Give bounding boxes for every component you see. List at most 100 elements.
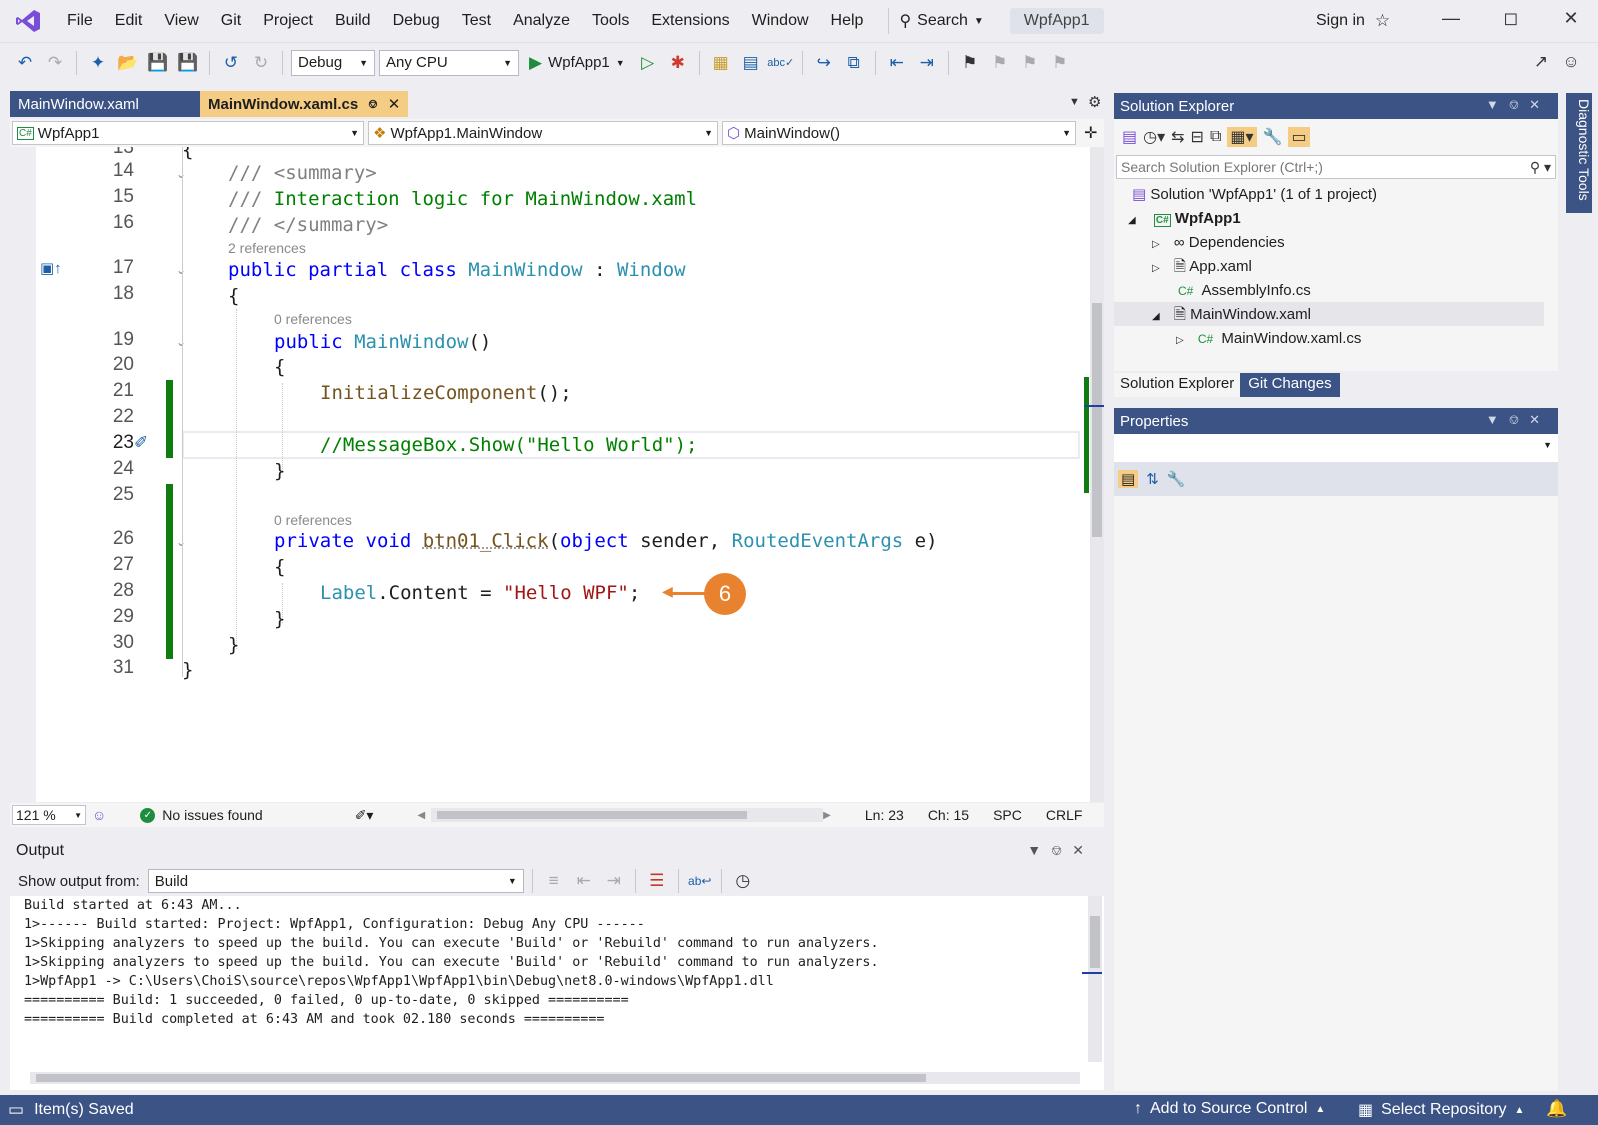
switch-views-icon[interactable]: ▤ xyxy=(1122,127,1137,147)
next-message-icon[interactable]: ⇥ xyxy=(601,868,627,894)
solution-explorer-scrollbar[interactable] xyxy=(1544,183,1558,363)
platform-select[interactable]: Any CPU ▼ xyxy=(379,49,519,76)
minimize-button[interactable]: — xyxy=(1436,8,1466,34)
sync-icon[interactable]: ⇆ xyxy=(1171,127,1184,147)
notification-card-icon[interactable]: ▭ xyxy=(8,1100,24,1120)
scrollbar-thumb[interactable] xyxy=(36,1074,926,1082)
scrollbar-thumb[interactable] xyxy=(1092,303,1102,537)
menu-tools[interactable]: Tools xyxy=(581,0,640,42)
menu-edit[interactable]: Edit xyxy=(104,0,154,42)
codelens-references[interactable]: 0 references xyxy=(274,311,352,327)
sign-in-link[interactable]: Sign in ☆ xyxy=(1316,11,1390,31)
add-to-source-control-button[interactable]: ↑ Add to Source Control ▲ xyxy=(1134,1100,1325,1118)
show-all-files-icon[interactable]: ⧉ xyxy=(1210,128,1221,146)
undo-icon[interactable]: ↺ xyxy=(218,50,244,76)
editor-horizontal-scrollbar[interactable] xyxy=(431,808,824,822)
prev-bookmark-icon[interactable]: ⚑ xyxy=(987,50,1013,76)
panel-controls[interactable]: ▼⎊✕ xyxy=(1486,412,1550,428)
hot-reload-icon[interactable]: ✱ xyxy=(665,50,691,76)
preview-icon[interactable]: ▭ xyxy=(1288,127,1310,147)
gear-icon[interactable]: ⚙ xyxy=(1088,93,1101,111)
menu-extensions[interactable]: Extensions xyxy=(640,0,740,42)
menu-git[interactable]: Git xyxy=(210,0,252,42)
tree-item-mainwindow-xaml[interactable]: ◢ 🗎 MainWindow.xaml xyxy=(1152,303,1311,327)
step-into-icon[interactable]: ↪ xyxy=(811,50,837,76)
properties-object-select[interactable]: ▼ xyxy=(1114,434,1558,462)
select-repository-button[interactable]: ▦ Select Repository ▲ xyxy=(1358,1100,1524,1120)
split-editor-icon[interactable]: ✛ xyxy=(1080,123,1097,143)
property-pages-icon[interactable]: 🔧 xyxy=(1167,470,1186,488)
copy-icon[interactable]: ⧉ xyxy=(841,50,867,76)
save-all-icon[interactable]: 💾 xyxy=(175,50,201,76)
output-panel-controls[interactable]: ▼⎊✕ xyxy=(1027,842,1094,859)
issues-status[interactable]: No issues found xyxy=(162,807,262,823)
member-dropdown[interactable]: ⬡ MainWindow() ▼ xyxy=(722,121,1076,145)
properties-wrench-icon[interactable]: 🔧 xyxy=(1263,127,1283,147)
close-icon[interactable]: ✕ xyxy=(388,95,401,113)
bookmark-icon[interactable]: ⚑ xyxy=(957,50,983,76)
menu-analyze[interactable]: Analyze xyxy=(502,0,581,42)
maximize-button[interactable]: ◻ xyxy=(1496,8,1526,34)
pin-icon[interactable]: ⎊ xyxy=(368,97,378,112)
quick-actions-brush-icon[interactable]: ✐ xyxy=(134,433,148,453)
start-without-debugging-icon[interactable]: ▷ xyxy=(635,50,661,76)
tab-mainwindow-xaml-cs[interactable]: MainWindow.xaml.cs ⎊ ✕ xyxy=(200,91,409,117)
alphabetical-icon[interactable]: ⇅ xyxy=(1146,470,1159,488)
menu-view[interactable]: View xyxy=(153,0,209,42)
codelens-references[interactable]: 2 references xyxy=(228,240,306,256)
tab-mainwindow-xaml[interactable]: MainWindow.xaml xyxy=(10,91,200,117)
live-share-icon[interactable]: ↗ xyxy=(1528,49,1554,75)
menu-debug[interactable]: Debug xyxy=(382,0,451,42)
editor-vertical-scrollbar[interactable] xyxy=(1090,147,1104,802)
clear-all-icon[interactable]: ☰ xyxy=(644,868,670,894)
implementation-glyph-icon[interactable]: ▣↑ xyxy=(40,259,62,277)
menu-project[interactable]: Project xyxy=(252,0,324,42)
menu-help[interactable]: Help xyxy=(820,0,875,42)
categorized-icon[interactable]: ▤ xyxy=(1118,470,1139,488)
next-bookmark-icon[interactable]: ⚑ xyxy=(1017,50,1043,76)
start-debugging-button[interactable]: ▶ WpfApp1 ▼ xyxy=(523,53,631,73)
column-indicator[interactable]: Ch: 15 xyxy=(928,807,969,823)
output-text-area[interactable]: Build started at 6:43 AM... 1>------ Bui… xyxy=(10,896,1104,1090)
collapse-all-icon[interactable]: ⊟ xyxy=(1191,127,1204,147)
forward-icon[interactable]: ↷ xyxy=(42,50,68,76)
tree-item-mainwindow-xaml-cs[interactable]: ▷ C# MainWindow.xaml.cs xyxy=(1176,327,1361,351)
output-source-select[interactable]: Build ▼ xyxy=(147,869,524,893)
clear-bookmarks-icon[interactable]: ⚑ xyxy=(1047,50,1073,76)
menu-build[interactable]: Build xyxy=(324,0,382,42)
spell-check-icon[interactable]: abc✓ xyxy=(767,50,794,76)
scrollbar-thumb[interactable] xyxy=(437,811,748,819)
open-folder-icon[interactable]: 📂 xyxy=(115,50,141,76)
tree-item-dependencies[interactable]: ▷ ∞ Dependencies xyxy=(1152,231,1285,255)
go-to-line-icon[interactable]: ≡ xyxy=(541,868,567,894)
menu-file[interactable]: File xyxy=(56,0,104,42)
code-cleanup-icon[interactable]: ✐▾ xyxy=(355,807,374,824)
scroll-left-icon[interactable]: ◀ xyxy=(417,810,425,821)
diagnostic-tools-tab[interactable]: Diagnostic Tools xyxy=(1566,93,1592,213)
tree-item-app-xaml[interactable]: ▷ 🗎 App.xaml xyxy=(1152,255,1252,279)
tab-overflow-icon[interactable]: ▼ xyxy=(1069,96,1080,108)
solution-search-input[interactable]: Search Solution Explorer (Ctrl+;) ⚲ ▾ xyxy=(1116,155,1556,179)
scroll-right-icon[interactable]: ▶ xyxy=(823,810,831,821)
close-button[interactable]: ✕ xyxy=(1556,8,1586,34)
layout-icon[interactable]: ▤ xyxy=(738,50,764,76)
menu-test[interactable]: Test xyxy=(451,0,502,42)
panel-controls[interactable]: ▼⎊✕ xyxy=(1486,97,1550,113)
tab-git-changes[interactable]: Git Changes xyxy=(1240,373,1340,397)
scrollbar-thumb[interactable] xyxy=(1090,916,1100,968)
line-indicator[interactable]: Ln: 23 xyxy=(865,807,904,823)
zoom-dropdown[interactable]: 121 % ▼ xyxy=(12,805,86,825)
output-vertical-scrollbar[interactable] xyxy=(1088,896,1102,1062)
history-icon[interactable]: ◷▾ xyxy=(1143,127,1165,147)
browse-folder-icon[interactable]: ▦ xyxy=(708,50,734,76)
save-icon[interactable]: 💾 xyxy=(145,50,171,76)
codelens-references[interactable]: 0 references xyxy=(274,512,352,528)
filter-icon[interactable]: ▦▾ xyxy=(1227,127,1257,147)
code-editor[interactable]: 13 14 15 16 17 18 19 20 21 22 23 24 25 2… xyxy=(10,147,1104,802)
tree-item-solution[interactable]: ▤ Solution 'WpfApp1' (1 of 1 project) xyxy=(1132,183,1377,207)
search-button[interactable]: ⚲ Search ▼ xyxy=(888,8,993,34)
tab-solution-explorer[interactable]: Solution Explorer xyxy=(1114,373,1241,397)
line-ending-indicator[interactable]: CRLF xyxy=(1046,807,1083,823)
indent-icon[interactable]: ⇥ xyxy=(914,50,940,76)
back-icon[interactable]: ↶ xyxy=(12,50,38,76)
